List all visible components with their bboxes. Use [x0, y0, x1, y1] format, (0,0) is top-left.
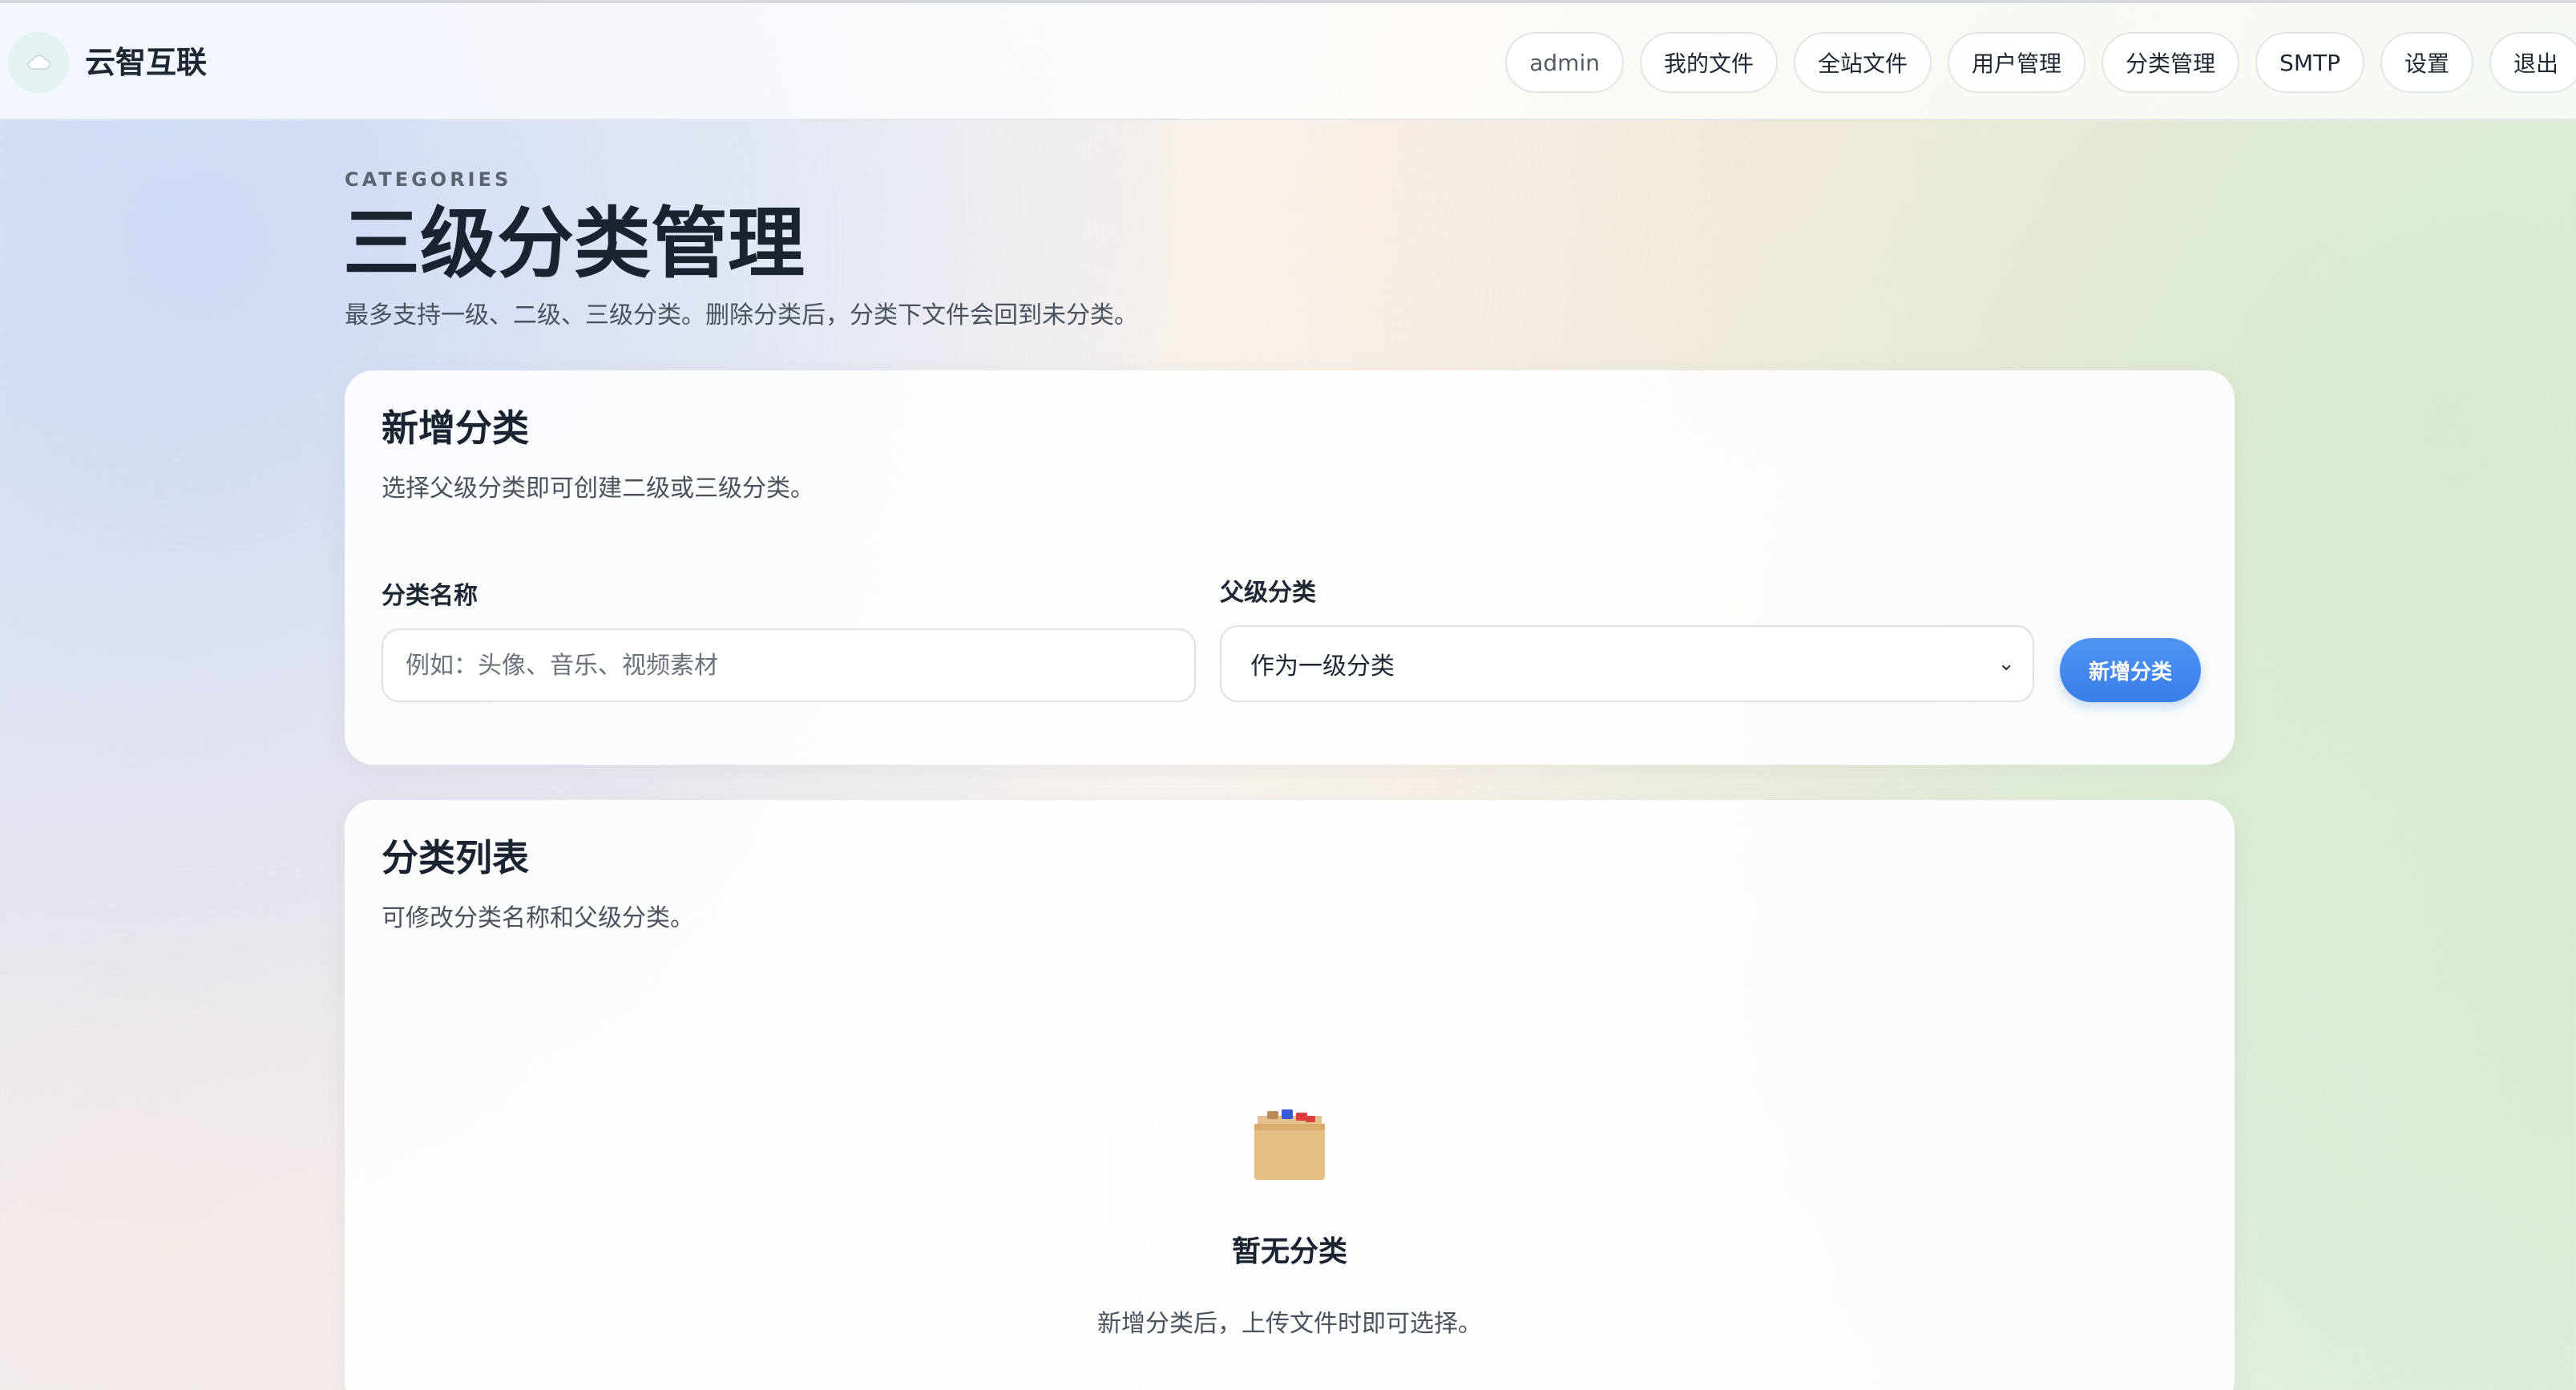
category-name-input[interactable]	[382, 628, 1196, 702]
empty-state-title: 暂无分类	[1231, 1235, 1347, 1268]
parent-category-label: 父级分类	[1220, 579, 1316, 607]
chevron-down-icon: ⌄	[1997, 652, 2015, 676]
top-navbar: 云智互联 admin 我的文件 全站文件 用户管理 分类管理 SMTP 设置 退…	[0, 3, 2576, 120]
page-title: 三级分类管理	[343, 199, 805, 289]
main-nav: admin 我的文件 全站文件 用户管理 分类管理 SMTP 设置 退出	[1505, 32, 2576, 93]
parent-category-select[interactable]: 作为一级分类 ⌄	[1220, 625, 2034, 702]
brand-name[interactable]: 云智互联	[85, 42, 207, 83]
nav-my-files[interactable]: 我的文件	[1639, 32, 1778, 93]
nav-user-admin[interactable]: admin	[1505, 32, 1624, 93]
category-list-card: 分类列表 可修改分类名称和父级分类。 暂无分类 新增分类后，上传文件时即可选择。	[345, 800, 2235, 1390]
nav-smtp[interactable]: SMTP	[2255, 32, 2364, 93]
add-category-description: 选择父级分类即可创建二级或三级分类。	[382, 475, 814, 503]
add-category-card: 新增分类 选择父级分类即可创建二级或三级分类。 分类名称 父级分类 作为一级分类…	[345, 370, 2235, 765]
category-list-description: 可修改分类名称和父级分类。	[382, 904, 694, 932]
add-category-button[interactable]: 新增分类	[2060, 638, 2201, 702]
nav-logout[interactable]: 退出	[2489, 32, 2576, 93]
page-subtitle: 最多支持一级、二级、三级分类。删除分类后，分类下文件会回到未分类。	[345, 301, 1138, 329]
category-name-label: 分类名称	[382, 582, 478, 610]
nav-all-files[interactable]: 全站文件	[1794, 32, 1932, 93]
nav-user-management[interactable]: 用户管理	[1948, 32, 2086, 93]
nav-settings[interactable]: 设置	[2380, 32, 2473, 93]
nav-category-management[interactable]: 分类管理	[2102, 32, 2240, 93]
add-category-title: 新增分类	[382, 406, 529, 450]
page-eyebrow: CATEGORIES	[345, 168, 512, 191]
parent-category-selected-value: 作为一级分类	[1250, 653, 1395, 681]
empty-state-description: 新增分类后，上传文件时即可选择。	[1097, 1310, 1482, 1338]
card-index-box-icon	[1250, 1109, 1330, 1182]
category-list-title: 分类列表	[382, 836, 529, 879]
cloud-icon[interactable]	[8, 32, 69, 93]
